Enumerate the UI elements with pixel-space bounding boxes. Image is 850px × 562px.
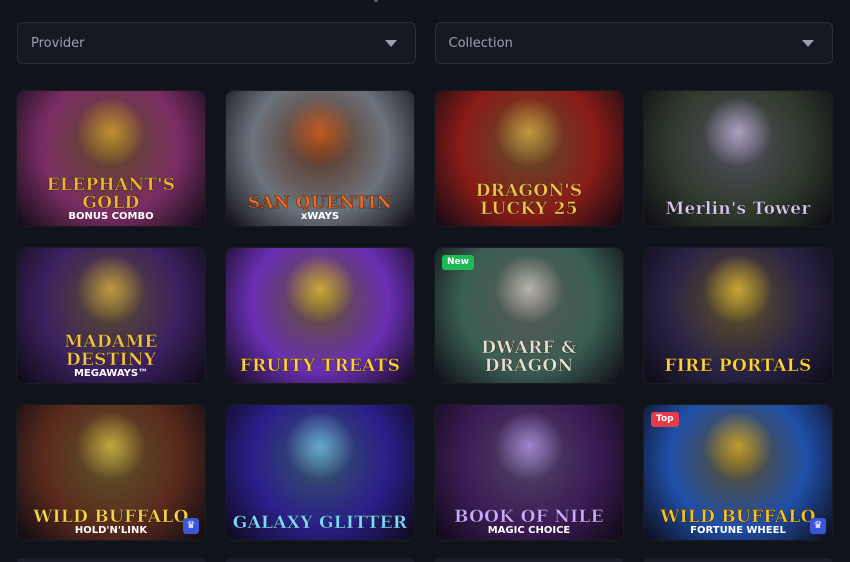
artwork-glow <box>285 253 355 324</box>
collection-select[interactable]: Collection <box>434 22 833 64</box>
filter-bar: Provider Collection <box>17 22 833 66</box>
artwork-glow <box>494 410 564 481</box>
artwork-glow <box>703 96 773 167</box>
game-tile[interactable]: FIRE PORTALS <box>644 248 832 383</box>
chevron-down-icon <box>384 39 397 47</box>
game-tile[interactable]: Merlin's Tower <box>644 91 832 226</box>
provider-select-label: Provider <box>31 35 85 51</box>
game-title: SAN QUENTIN <box>247 193 393 213</box>
trophy-icon: ♛ <box>810 518 826 534</box>
game-title: FIRE PORTALS <box>664 356 812 376</box>
game-title: FRUITY TREATS <box>239 356 401 376</box>
scroll-indicator <box>374 0 378 2</box>
game-title: WILD BUFFALO <box>660 507 816 527</box>
tile-badge: Top <box>651 412 679 427</box>
game-subtitle: FORTUNE WHEEL <box>690 525 786 536</box>
game-title: WILD BUFFALO <box>33 507 189 527</box>
trophy-icon: ♛ <box>183 518 199 534</box>
game-subtitle: BONUS COMBO <box>68 211 154 222</box>
game-tile[interactable]: BOOK OF NILE MAGIC CHOICE <box>435 405 623 540</box>
game-tile-partial[interactable] <box>226 558 414 562</box>
game-subtitle: HOLD'N'LINK <box>74 525 148 536</box>
tile-badge: New <box>442 255 474 270</box>
chevron-down-icon <box>802 39 814 47</box>
game-tile[interactable]: MADAME DESTINY MEGAWAYS™ <box>17 248 205 383</box>
game-tile[interactable]: ELEPHANT'S GOLD BONUS COMBO <box>17 91 205 226</box>
game-grid: ELEPHANT'S GOLD BONUS COMBO SAN QUENTIN xWA… <box>17 91 834 540</box>
game-tile[interactable]: New DWARF & DRAGON <box>435 248 623 383</box>
game-tile[interactable]: GALAXY GLITTER <box>226 405 414 540</box>
game-title: Merlin's Tower <box>665 199 811 219</box>
next-row-peek <box>17 558 834 562</box>
game-tile-partial[interactable] <box>435 558 623 562</box>
provider-select[interactable]: Provider <box>17 22 416 64</box>
game-title: GALAXY GLITTER <box>232 513 408 533</box>
artwork-glow <box>76 96 146 167</box>
collection-select-label: Collection <box>448 35 513 51</box>
game-subtitle: MEGAWAYS™ <box>73 368 149 379</box>
game-tile-partial[interactable] <box>644 558 832 562</box>
artwork-glow <box>285 96 355 167</box>
game-title: BOOK OF NILE <box>454 507 604 527</box>
artwork-glow <box>703 253 773 324</box>
game-subtitle: xWAYS <box>300 211 340 222</box>
game-title: DWARF & DRAGON <box>481 338 577 376</box>
artwork-glow <box>703 410 773 481</box>
game-tile-partial[interactable] <box>17 558 205 562</box>
game-tile[interactable]: WILD BUFFALO HOLD'N'LINK ♛ <box>17 405 205 540</box>
artwork-glow <box>494 96 564 167</box>
game-tile[interactable]: Top WILD BUFFALO FORTUNE WHEEL ♛ <box>644 405 832 540</box>
game-tile[interactable]: SAN QUENTIN xWAYS <box>226 91 414 226</box>
game-title: DRAGON'S LUCKY 25 <box>475 181 583 219</box>
game-title: ELEPHANT'S GOLD <box>46 175 176 213</box>
game-tile[interactable]: FRUITY TREATS <box>226 248 414 383</box>
game-subtitle: MAGIC CHOICE <box>487 525 571 536</box>
artwork-glow <box>76 410 146 481</box>
artwork-glow <box>76 253 146 324</box>
game-title: MADAME DESTINY <box>64 332 158 370</box>
game-tile[interactable]: DRAGON'S LUCKY 25 <box>435 91 623 226</box>
artwork-glow <box>285 410 355 481</box>
artwork-glow <box>494 253 564 324</box>
